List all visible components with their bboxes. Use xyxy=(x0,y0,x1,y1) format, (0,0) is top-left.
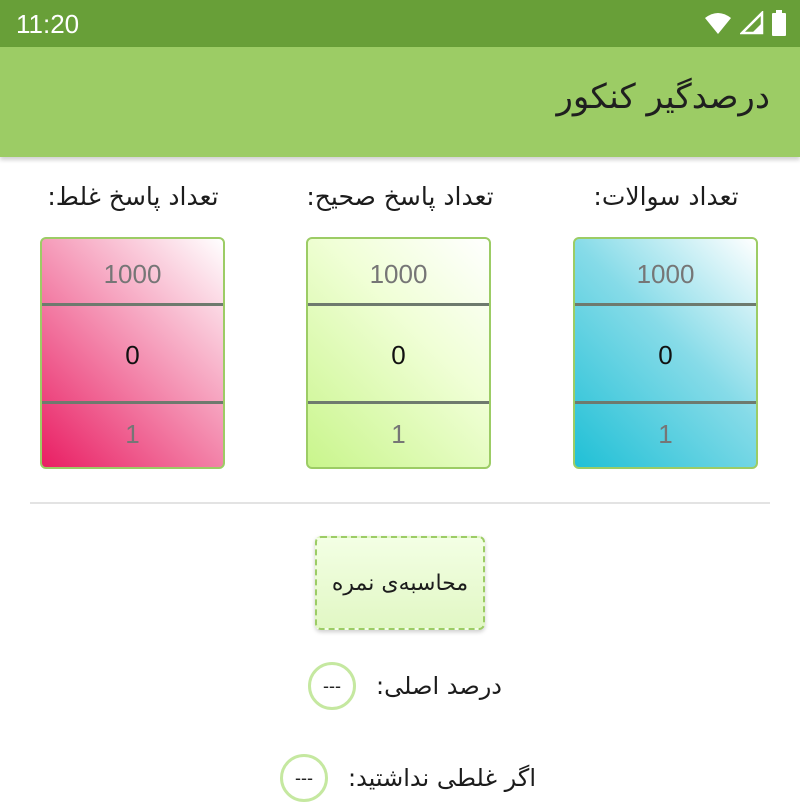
raw-percent-label: درصد اصلی: xyxy=(376,672,502,700)
no-wrong-percent-label: اگر غلطی نداشتید: xyxy=(347,764,536,792)
picker-value-below[interactable]: 1 xyxy=(308,419,489,450)
no-wrong-percent-value: --- xyxy=(279,754,328,802)
wrong-answers-picker[interactable]: 1000 0 1 xyxy=(40,237,225,469)
picker-divider xyxy=(308,303,489,306)
picker-value-above[interactable]: 1000 xyxy=(308,259,489,290)
app-bar: درصدگیر کنکور xyxy=(0,47,800,157)
correct-answers-picker[interactable]: 1000 0 1 xyxy=(306,237,491,469)
questions-count-label: تعداد سوالات: xyxy=(593,182,739,211)
raw-percent-value: --- xyxy=(308,662,357,710)
wifi-icon xyxy=(705,13,731,34)
picker-selected-value[interactable]: 0 xyxy=(308,340,489,371)
picker-value-above[interactable]: 1000 xyxy=(42,259,223,290)
correct-answers-label: تعداد پاسخ صحیح: xyxy=(306,182,494,211)
status-icons xyxy=(704,9,786,37)
wrong-answers-label: تعداد پاسخ غلط: xyxy=(47,182,219,211)
no-wrong-percent-row: اگر غلطی نداشتید: --- xyxy=(279,754,536,802)
picker-selected-value[interactable]: 0 xyxy=(575,340,756,371)
picker-value-below[interactable]: 1 xyxy=(575,419,756,450)
picker-value-above[interactable]: 1000 xyxy=(575,259,756,290)
questions-count-picker[interactable]: 1000 0 1 xyxy=(573,237,758,469)
picker-divider xyxy=(42,303,223,306)
picker-divider xyxy=(42,401,223,404)
section-divider xyxy=(30,502,770,504)
picker-value-below[interactable]: 1 xyxy=(42,419,223,450)
raw-percent-row: درصد اصلی: --- xyxy=(308,662,502,710)
status-time: 11:20 xyxy=(16,9,80,39)
cell-signal-icon xyxy=(740,11,764,35)
calculate-score-button[interactable]: محاسبه‌ی نمره xyxy=(315,536,485,630)
status-bar: 11:20 xyxy=(0,0,800,47)
battery-icon xyxy=(772,10,786,36)
picker-selected-value[interactable]: 0 xyxy=(42,340,223,371)
picker-divider xyxy=(308,401,489,404)
picker-divider xyxy=(575,401,756,404)
app-title: درصدگیر کنکور xyxy=(556,77,771,117)
picker-divider xyxy=(575,303,756,306)
